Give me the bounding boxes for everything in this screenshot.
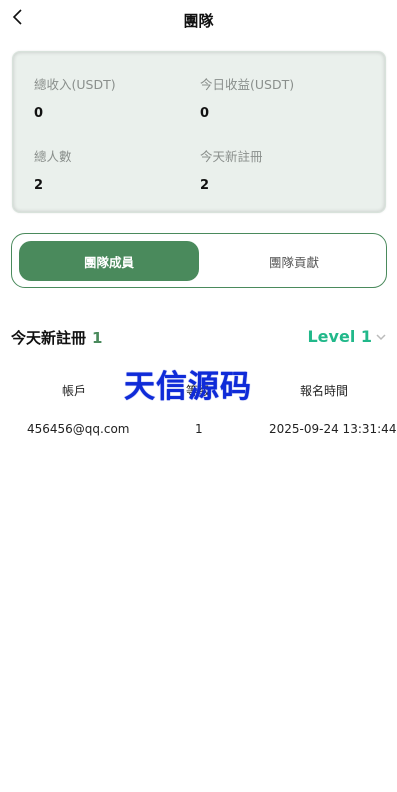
stat-total-income: 總收入(USDT) 0 xyxy=(34,74,116,121)
today-registered-heading: 今天新註冊 1 xyxy=(11,327,102,348)
today-registered-count: 1 xyxy=(92,329,103,347)
stat-value: 0 xyxy=(200,106,210,121)
level-dropdown[interactable]: Level 1 xyxy=(307,327,387,346)
column-header-time: 報名時間 xyxy=(300,384,349,398)
chevron-down-icon xyxy=(376,333,386,340)
stat-value: 0 xyxy=(34,106,44,121)
tab-bar: 團隊成員 團隊貢獻 xyxy=(11,233,387,288)
page-title: 團隊 xyxy=(183,12,214,30)
stat-today-income: 今日收益(USDT) 0 xyxy=(200,74,294,121)
cell-account: 456456@qq.com xyxy=(27,422,130,436)
table-row: 456456@qq.com 1 2025-09-24 13:31:44 xyxy=(0,422,397,440)
stat-today-registered: 今天新註冊 2 xyxy=(200,146,263,193)
stat-label: 總人數 xyxy=(34,149,72,164)
stat-total-people: 總人數 2 xyxy=(34,146,72,193)
column-header-account: 帳戶 xyxy=(62,384,87,398)
header-bar: 團隊 xyxy=(0,0,397,40)
stat-value: 2 xyxy=(34,178,44,193)
stats-card: 總收入(USDT) 0 今日收益(USDT) 0 總人數 2 今天新註冊 2 xyxy=(12,51,386,213)
tab-team-contribution[interactable]: 團隊貢獻 xyxy=(208,241,380,281)
today-registered-label: 今天新註冊 xyxy=(11,329,87,347)
watermark-overlay: 天信源码 xyxy=(124,369,252,405)
stat-label: 今日收益(USDT) xyxy=(200,77,295,92)
stat-label: 今天新註冊 xyxy=(200,149,263,164)
stat-value: 2 xyxy=(200,178,210,193)
tab-team-members[interactable]: 團隊成員 xyxy=(19,241,199,281)
cell-level: 1 xyxy=(195,422,203,436)
cell-time: 2025-09-24 13:31:44 xyxy=(269,422,397,436)
level-dropdown-value: Level 1 xyxy=(307,327,372,346)
stat-label: 總收入(USDT) xyxy=(34,77,116,92)
